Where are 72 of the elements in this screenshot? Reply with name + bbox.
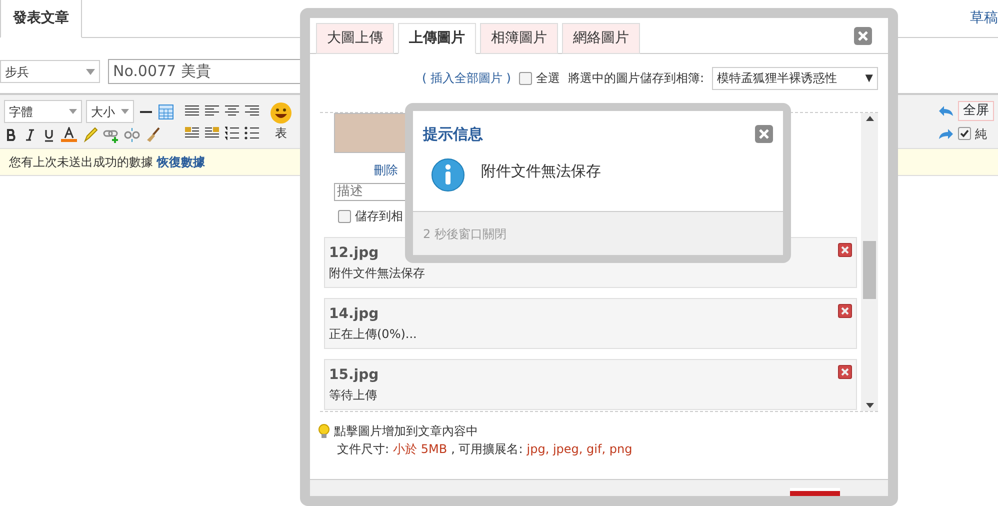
align-right-icon[interactable]: [244, 104, 260, 118]
dialog-tab[interactable]: 相簿圖片: [480, 23, 558, 54]
save-to-album-label: 將選中的圖片儲存到相簿:: [568, 70, 704, 87]
lightbulb-icon: [318, 424, 330, 438]
close-icon: [858, 31, 868, 41]
font-select[interactable]: 字體: [4, 100, 82, 123]
remove-button[interactable]: [838, 365, 852, 379]
scroll-up-icon[interactable]: [866, 116, 874, 121]
file-status: 等待上傳: [329, 387, 378, 404]
caret-icon: [86, 68, 95, 74]
bold-icon[interactable]: [4, 128, 18, 142]
scrollbar-thumb[interactable]: [863, 241, 876, 299]
drafts-link[interactable]: 草稿: [970, 8, 998, 29]
bullet-list-icon[interactable]: [244, 126, 260, 140]
scroll-down-icon[interactable]: [866, 403, 874, 408]
file-name: 15.jpg: [329, 366, 379, 385]
caret-icon: ▼: [865, 70, 873, 86]
undo-icon[interactable]: [938, 104, 954, 116]
highlighter-icon[interactable]: [82, 127, 98, 143]
file-status: 正在上傳(0%)...: [329, 326, 418, 343]
category-select[interactable]: 步兵: [0, 60, 100, 83]
caret-icon: [121, 109, 129, 114]
close-icon: [839, 305, 851, 317]
close-icon: [839, 244, 851, 256]
file-name: 14.jpg: [329, 305, 379, 324]
size-select[interactable]: 大小: [86, 100, 134, 123]
notice-text: 您有上次未送出成功的數據: [9, 154, 153, 171]
underline-icon[interactable]: [42, 128, 56, 142]
close-button[interactable]: [755, 125, 773, 144]
image-right-icon[interactable]: [204, 126, 220, 140]
close-icon: [839, 366, 851, 378]
delete-link[interactable]: 刪除: [374, 161, 398, 179]
tab[interactable]: 發表文章: [0, 0, 82, 38]
file-status: 附件文件無法保存: [329, 265, 426, 282]
align-center-icon[interactable]: [224, 104, 240, 118]
font-color-icon[interactable]: [61, 127, 77, 143]
dialog-tab[interactable]: 網絡圖片: [562, 23, 640, 54]
extensions-list: jpg, jpeg, gif, png: [526, 440, 632, 458]
save-to-album-checkbox[interactable]: [338, 210, 351, 222]
smiley-icon[interactable]: [270, 102, 292, 124]
alert-title: 提示信息: [423, 124, 483, 145]
dialog-tab[interactable]: 大圖上傳: [316, 23, 394, 54]
remove-button[interactable]: [838, 243, 852, 257]
fullscreen-button[interactable]: 全屏: [958, 100, 994, 120]
file-size-limit: 小於 5MB: [393, 441, 448, 458]
broom-icon[interactable]: [145, 127, 161, 143]
close-icon: [759, 129, 769, 140]
remove-button[interactable]: [838, 304, 852, 318]
dialog-tab[interactable]: 上傳圖片: [398, 23, 476, 54]
alert-message: 附件文件無法保存: [481, 160, 601, 182]
save-to-album-text: 儲存到相: [355, 208, 403, 225]
plain-text-checkbox[interactable]: [958, 127, 971, 140]
select-all-checkbox[interactable]: [518, 72, 532, 84]
album-select[interactable]: 模特孟狐狸半裸诱惑性 ▼: [712, 66, 878, 90]
info-icon: [431, 158, 465, 192]
file-size-label: 文件尺寸:: [337, 441, 390, 458]
caret-icon: [69, 109, 77, 114]
close-button[interactable]: [854, 27, 872, 45]
align-justify-icon[interactable]: [184, 104, 200, 118]
select-all-label: 全選: [536, 70, 560, 87]
extensions-label: , 可用擴展名:: [451, 441, 523, 458]
countdown-text: 2 秒後窗口關閉: [423, 226, 506, 242]
italic-icon[interactable]: [23, 128, 37, 142]
unlink-icon[interactable]: [124, 127, 140, 143]
upload-hint: 點擊圖片增加到文章內容中: [334, 423, 478, 440]
insert-all-link[interactable]: ( 插入全部圖片 ): [422, 69, 511, 87]
plain-text-label: 純: [975, 126, 987, 142]
restore-data-link[interactable]: 恢復數據: [157, 153, 205, 171]
align-left-icon[interactable]: [204, 104, 220, 118]
image-left-icon[interactable]: [184, 126, 200, 140]
emoji-label: 表: [275, 124, 287, 142]
file-name: 12.jpg: [329, 244, 379, 263]
